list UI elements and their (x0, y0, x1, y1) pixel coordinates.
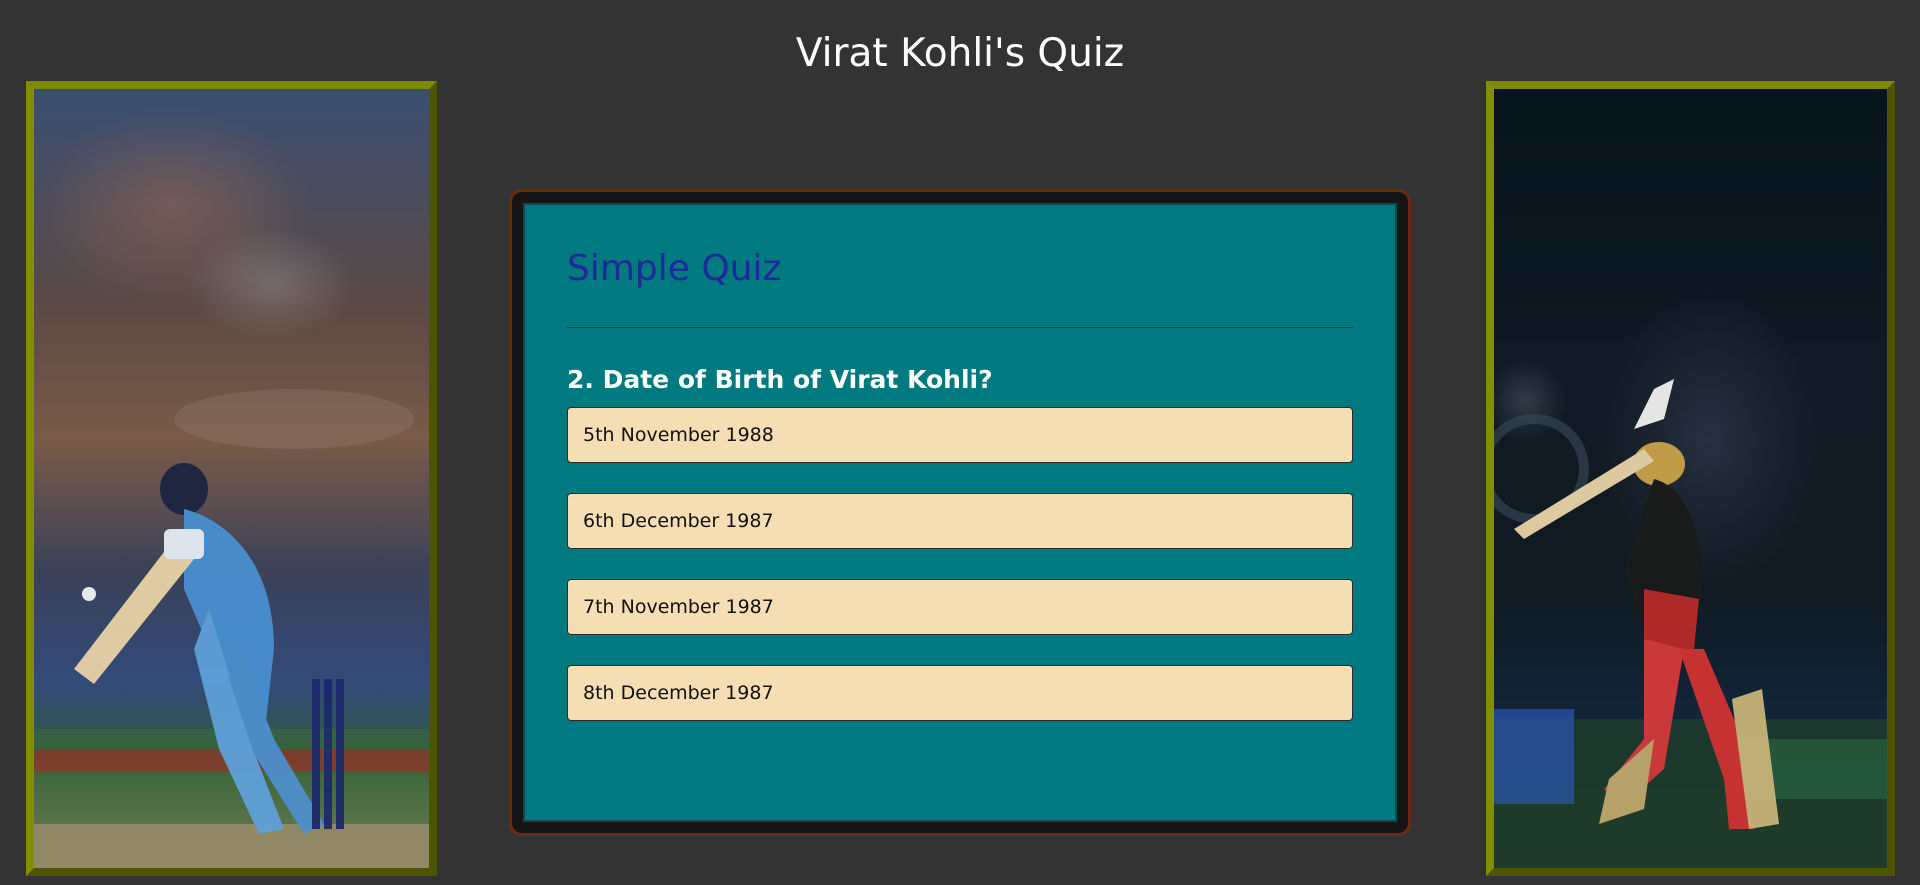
quiz-divider (567, 327, 1353, 328)
answer-option-item: 5th November 1988 (567, 407, 1353, 463)
answer-option-item: 8th December 1987 (567, 665, 1353, 721)
batter-illustration-left (34, 389, 429, 868)
photo-left-image (34, 89, 429, 868)
page-title: Virat Kohli's Quiz (795, 31, 1125, 76)
answer-option-item: 7th November 1987 (567, 579, 1353, 635)
batting-photo-left (26, 81, 437, 876)
answer-option-3-button[interactable]: 7th November 1987 (567, 579, 1353, 635)
batter-illustration-right (1494, 379, 1887, 868)
page: Virat Kohli's Quiz Simple Quiz 2. Date o… (0, 0, 1920, 885)
quiz-heading: Simple Quiz (567, 248, 782, 289)
answer-option-item: 6th December 1987 (567, 493, 1353, 549)
photo-right-image (1494, 89, 1887, 868)
answer-option-2-button[interactable]: 6th December 1987 (567, 493, 1353, 549)
answer-option-1-button[interactable]: 5th November 1988 (567, 407, 1353, 463)
quiz-card: Simple Quiz 2. Date of Birth of Virat Ko… (512, 192, 1408, 833)
answer-options: 5th November 1988 6th December 1987 7th … (567, 407, 1353, 751)
answer-option-4-button[interactable]: 8th December 1987 (567, 665, 1353, 721)
batting-photo-right (1486, 81, 1895, 876)
question-text: 2. Date of Birth of Virat Kohli? (567, 365, 993, 394)
